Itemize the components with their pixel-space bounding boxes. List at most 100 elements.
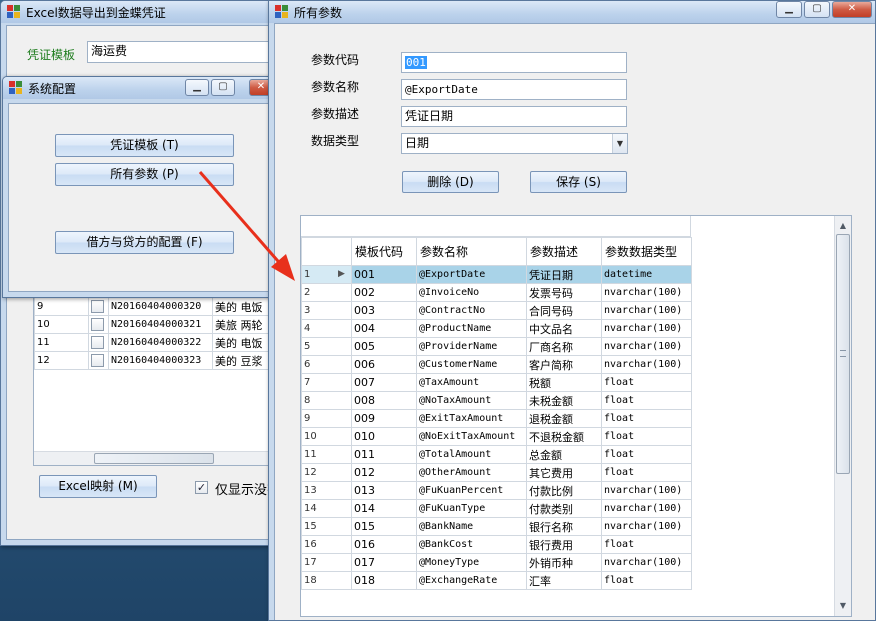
row-header[interactable]: 13 bbox=[301, 481, 352, 500]
params-window-titlebar[interactable]: 所有参数 ▁ ▢ ✕ bbox=[269, 1, 875, 23]
table-row[interactable]: 10 010 @NoExitTaxAmount 不退税金额 float bbox=[301, 427, 692, 446]
cell-code[interactable]: 015 bbox=[351, 517, 417, 536]
table-row[interactable]: 3 003 @ContractNo 合同号码 nvarchar(100) bbox=[301, 301, 692, 320]
cell-type[interactable]: float bbox=[601, 571, 692, 590]
table-row[interactable]: 18 018 @ExchangeRate 汇率 float bbox=[301, 571, 692, 590]
row-header[interactable]: 15 bbox=[301, 517, 352, 536]
cell-name[interactable]: @ExitTaxAmount bbox=[416, 409, 527, 428]
close-button[interactable]: ✕ bbox=[832, 1, 872, 18]
cell-type[interactable]: float bbox=[601, 373, 692, 392]
cell-desc[interactable]: 厂商名称 bbox=[526, 337, 602, 356]
table-row[interactable]: 12 012 @OtherAmount 其它费用 float bbox=[301, 463, 692, 482]
voucher-hscrollbar[interactable] bbox=[34, 451, 290, 465]
cell-desc[interactable]: 中文品名 bbox=[526, 319, 602, 338]
cell-name[interactable]: @ExchangeRate bbox=[416, 571, 527, 590]
table-row[interactable]: 14 014 @FuKuanType 付款类别 nvarchar(100) bbox=[301, 499, 692, 518]
row-checkbox[interactable] bbox=[91, 317, 104, 331]
cell-code[interactable]: 007 bbox=[351, 373, 417, 392]
cell-desc[interactable]: 税额 bbox=[526, 373, 602, 392]
column-header[interactable]: 参数名称 bbox=[416, 237, 527, 266]
row-header[interactable]: 18 bbox=[301, 571, 352, 590]
row-header[interactable]: 3 bbox=[301, 301, 352, 320]
cell-name[interactable]: @InvoiceNo bbox=[416, 283, 527, 302]
cell-type[interactable]: float bbox=[601, 409, 692, 428]
cell-desc[interactable]: 银行名称 bbox=[526, 517, 602, 536]
table-row[interactable]: 7 007 @TaxAmount 税额 float bbox=[301, 373, 692, 392]
cell-type[interactable]: nvarchar(100) bbox=[601, 283, 692, 302]
cell-name[interactable]: @BankCost bbox=[416, 535, 527, 554]
maximize-button[interactable]: ▢ bbox=[211, 79, 235, 96]
cell-code[interactable]: 003 bbox=[351, 301, 417, 320]
delete-button[interactable]: 删除 (D) bbox=[402, 171, 499, 193]
all-params-button[interactable]: 所有参数 (P) bbox=[55, 163, 234, 186]
row-header[interactable]: 1 ▶ bbox=[301, 265, 352, 284]
config-window-titlebar[interactable]: 系统配置 ▁ ▢ ✕ bbox=[3, 77, 279, 99]
table-row[interactable]: 10 N20160404000321 美旅 两轮 bbox=[34, 315, 290, 334]
row-checkbox-cell[interactable] bbox=[88, 315, 109, 334]
row-header[interactable]: 11 bbox=[301, 445, 352, 464]
cell-code[interactable]: 010 bbox=[351, 427, 417, 446]
row-header[interactable]: 9 bbox=[301, 409, 352, 428]
row-header[interactable]: 7 bbox=[301, 373, 352, 392]
cell-type[interactable]: float bbox=[601, 427, 692, 446]
cell-name[interactable]: @TotalAmount bbox=[416, 445, 527, 464]
cell-code[interactable]: 012 bbox=[351, 463, 417, 482]
cell-code[interactable]: 006 bbox=[351, 355, 417, 374]
cell-code[interactable]: 018 bbox=[351, 571, 417, 590]
main-window-titlebar[interactable]: Excel数据导出到金蝶凭证 bbox=[1, 1, 289, 23]
cell-name[interactable]: @NoExitTaxAmount bbox=[416, 427, 527, 446]
cell-desc[interactable]: 银行费用 bbox=[526, 535, 602, 554]
cell-code[interactable]: 011 bbox=[351, 445, 417, 464]
table-row[interactable]: 11 N20160404000322 美的 电饭 bbox=[34, 333, 290, 352]
cell-type[interactable]: float bbox=[601, 391, 692, 410]
cell-code[interactable]: 005 bbox=[351, 337, 417, 356]
row-header[interactable]: 16 bbox=[301, 535, 352, 554]
cell-type[interactable]: nvarchar(100) bbox=[601, 355, 692, 374]
cell-desc[interactable]: 付款比例 bbox=[526, 481, 602, 500]
table-row[interactable]: 15 015 @BankName 银行名称 nvarchar(100) bbox=[301, 517, 692, 536]
row-checkbox-cell[interactable] bbox=[88, 333, 109, 352]
table-row[interactable]: 6 006 @CustomerName 客户简称 nvarchar(100) bbox=[301, 355, 692, 374]
row-header[interactable]: 17 bbox=[301, 553, 352, 572]
cell-type[interactable]: datetime bbox=[601, 265, 692, 284]
cell-type[interactable]: nvarchar(100) bbox=[601, 337, 692, 356]
cell-desc[interactable]: 汇率 bbox=[526, 571, 602, 590]
cell-type[interactable]: nvarchar(100) bbox=[601, 517, 692, 536]
cell-type[interactable]: float bbox=[601, 535, 692, 554]
table-row[interactable]: 13 013 @FuKuanPercent 付款比例 nvarchar(100) bbox=[301, 481, 692, 500]
table-row[interactable]: 17 017 @MoneyType 外销币种 nvarchar(100) bbox=[301, 553, 692, 572]
cell-desc[interactable]: 外销币种 bbox=[526, 553, 602, 572]
cell-type[interactable]: nvarchar(100) bbox=[601, 301, 692, 320]
voucher-template-field[interactable]: 海运费 bbox=[87, 41, 287, 63]
table-row[interactable]: 16 016 @BankCost 银行费用 float bbox=[301, 535, 692, 554]
cell-type[interactable]: nvarchar(100) bbox=[601, 553, 692, 572]
table-row[interactable]: 8 008 @NoTaxAmount 未税金额 float bbox=[301, 391, 692, 410]
cell-desc[interactable]: 总金额 bbox=[526, 445, 602, 464]
row-header[interactable]: 14 bbox=[301, 499, 352, 518]
voucher-template-button[interactable]: 凭证模板 (T) bbox=[55, 134, 234, 157]
scroll-down-icon[interactable]: ▼ bbox=[835, 598, 851, 614]
cell-desc[interactable]: 合同号码 bbox=[526, 301, 602, 320]
cell-name[interactable]: @BankName bbox=[416, 517, 527, 536]
cell-type[interactable]: nvarchar(100) bbox=[601, 499, 692, 518]
excel-mapping-button[interactable]: Excel映射 (M) bbox=[39, 475, 157, 498]
cell-name[interactable]: @ProductName bbox=[416, 319, 527, 338]
row-checkbox[interactable] bbox=[91, 299, 104, 313]
cell-type[interactable]: nvarchar(100) bbox=[601, 319, 692, 338]
minimize-button[interactable]: ▁ bbox=[185, 79, 209, 96]
cell-name[interactable]: @MoneyType bbox=[416, 553, 527, 572]
row-header[interactable]: 12 bbox=[301, 463, 352, 482]
maximize-button[interactable]: ▢ bbox=[804, 1, 830, 18]
cell-code[interactable]: 016 bbox=[351, 535, 417, 554]
cell-name[interactable]: @ProviderName bbox=[416, 337, 527, 356]
column-header[interactable]: 模板代码 bbox=[351, 237, 417, 266]
row-header[interactable]: 2 bbox=[301, 283, 352, 302]
cell-name[interactable]: @ContractNo bbox=[416, 301, 527, 320]
row-header[interactable]: 4 bbox=[301, 319, 352, 338]
save-button[interactable]: 保存 (S) bbox=[530, 171, 627, 193]
param-code-field[interactable]: 001 bbox=[401, 52, 627, 73]
row-header[interactable]: 6 bbox=[301, 355, 352, 374]
table-row[interactable]: 5 005 @ProviderName 厂商名称 nvarchar(100) bbox=[301, 337, 692, 356]
cell-name[interactable]: @TaxAmount bbox=[416, 373, 527, 392]
row-checkbox[interactable] bbox=[91, 335, 104, 349]
